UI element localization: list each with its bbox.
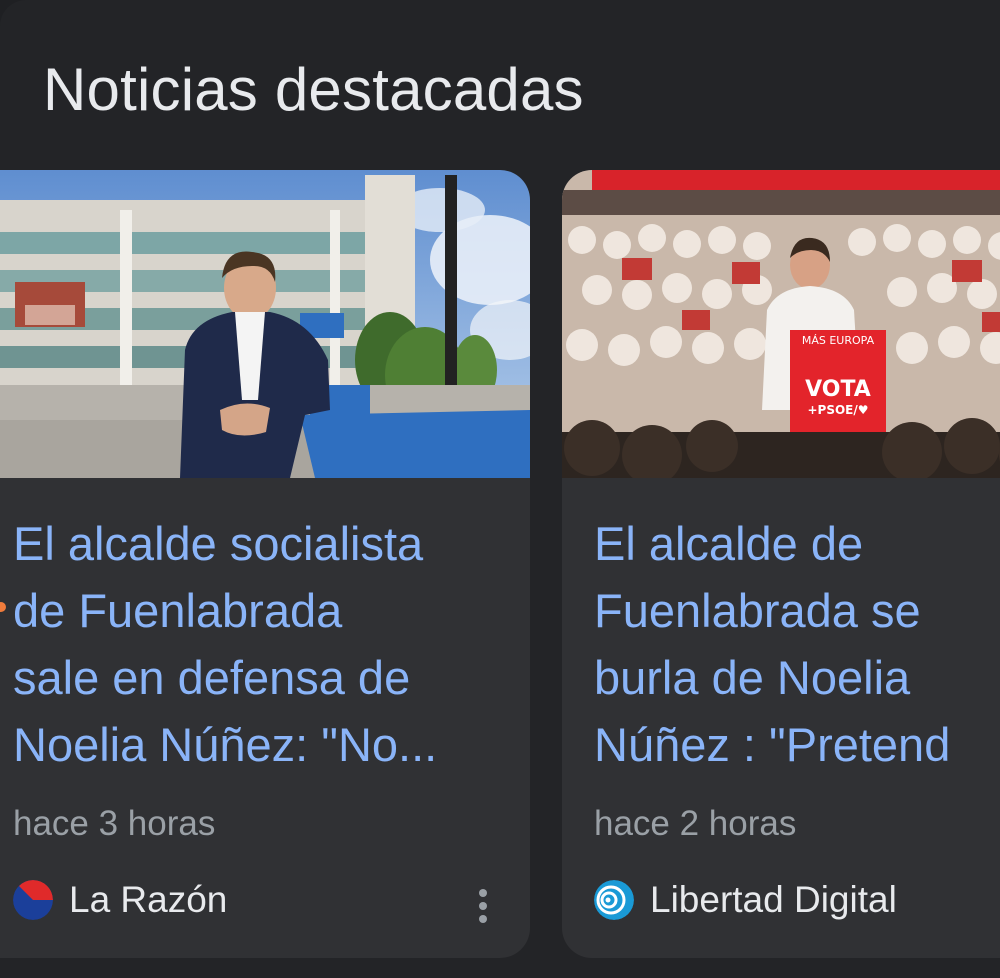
article-thumbnail[interactable]: [0, 170, 530, 478]
article-time: hace 2 horas: [594, 804, 797, 843]
headline-line: El alcalde socialista: [13, 517, 424, 570]
section-title: Noticias destacadas: [43, 56, 584, 123]
headline-line: sale en defensa de: [13, 651, 411, 704]
headline-line: Fuenlabrada se: [594, 584, 921, 637]
la-razon-logo-icon: [13, 880, 53, 920]
lectern-main-text: VOTA: [805, 377, 871, 402]
more-vert-icon: [479, 889, 487, 897]
article-headline[interactable]: El alcalde de Fuenlabrada se burla de No…: [594, 510, 1000, 778]
article-thumbnail[interactable]: MÁS EUROPA VOTA +PSOE/♥: [562, 170, 1000, 478]
source-name: La Razón: [69, 879, 228, 920]
article-image: MÁS EUROPA VOTA +PSOE/♥: [562, 170, 1000, 478]
libertad-digital-logo-icon: [594, 880, 634, 920]
news-card[interactable]: MÁS EUROPA VOTA +PSOE/♥ El alcalde de Fu…: [562, 170, 1000, 958]
more-options-button[interactable]: [468, 882, 498, 930]
headline-line: El alcalde de: [594, 517, 864, 570]
headline-line: burla de Noelia: [594, 651, 911, 704]
more-vert-icon: [479, 915, 487, 923]
article-text: El alcalde de Fuenlabrada se burla de No…: [594, 510, 1000, 778]
article-text: El alcalde socialista de Fuenlabrada sal…: [13, 510, 523, 778]
article-headline[interactable]: El alcalde socialista de Fuenlabrada sal…: [13, 510, 523, 778]
article-time: hace 3 horas: [13, 804, 216, 843]
headline-line: Núñez : "Pretend: [594, 718, 951, 771]
headline-line: Noelia Núñez: "No...: [13, 718, 438, 771]
article-source: Libertad Digital: [594, 872, 897, 928]
news-card[interactable]: El alcalde socialista de Fuenlabrada sal…: [0, 170, 530, 958]
headline-line: de Fuenlabrada: [13, 584, 343, 637]
article-image: [0, 170, 530, 478]
source-name: Libertad Digital: [650, 879, 897, 920]
article-source: La Razón: [13, 872, 227, 928]
top-stories-panel: Noticias destacadas El alcalde socialist…: [0, 0, 1000, 978]
lectern-top-text: MÁS EUROPA: [802, 334, 875, 347]
lectern-bottom-text: +PSOE/♥: [807, 403, 868, 417]
more-vert-icon: [479, 902, 487, 910]
